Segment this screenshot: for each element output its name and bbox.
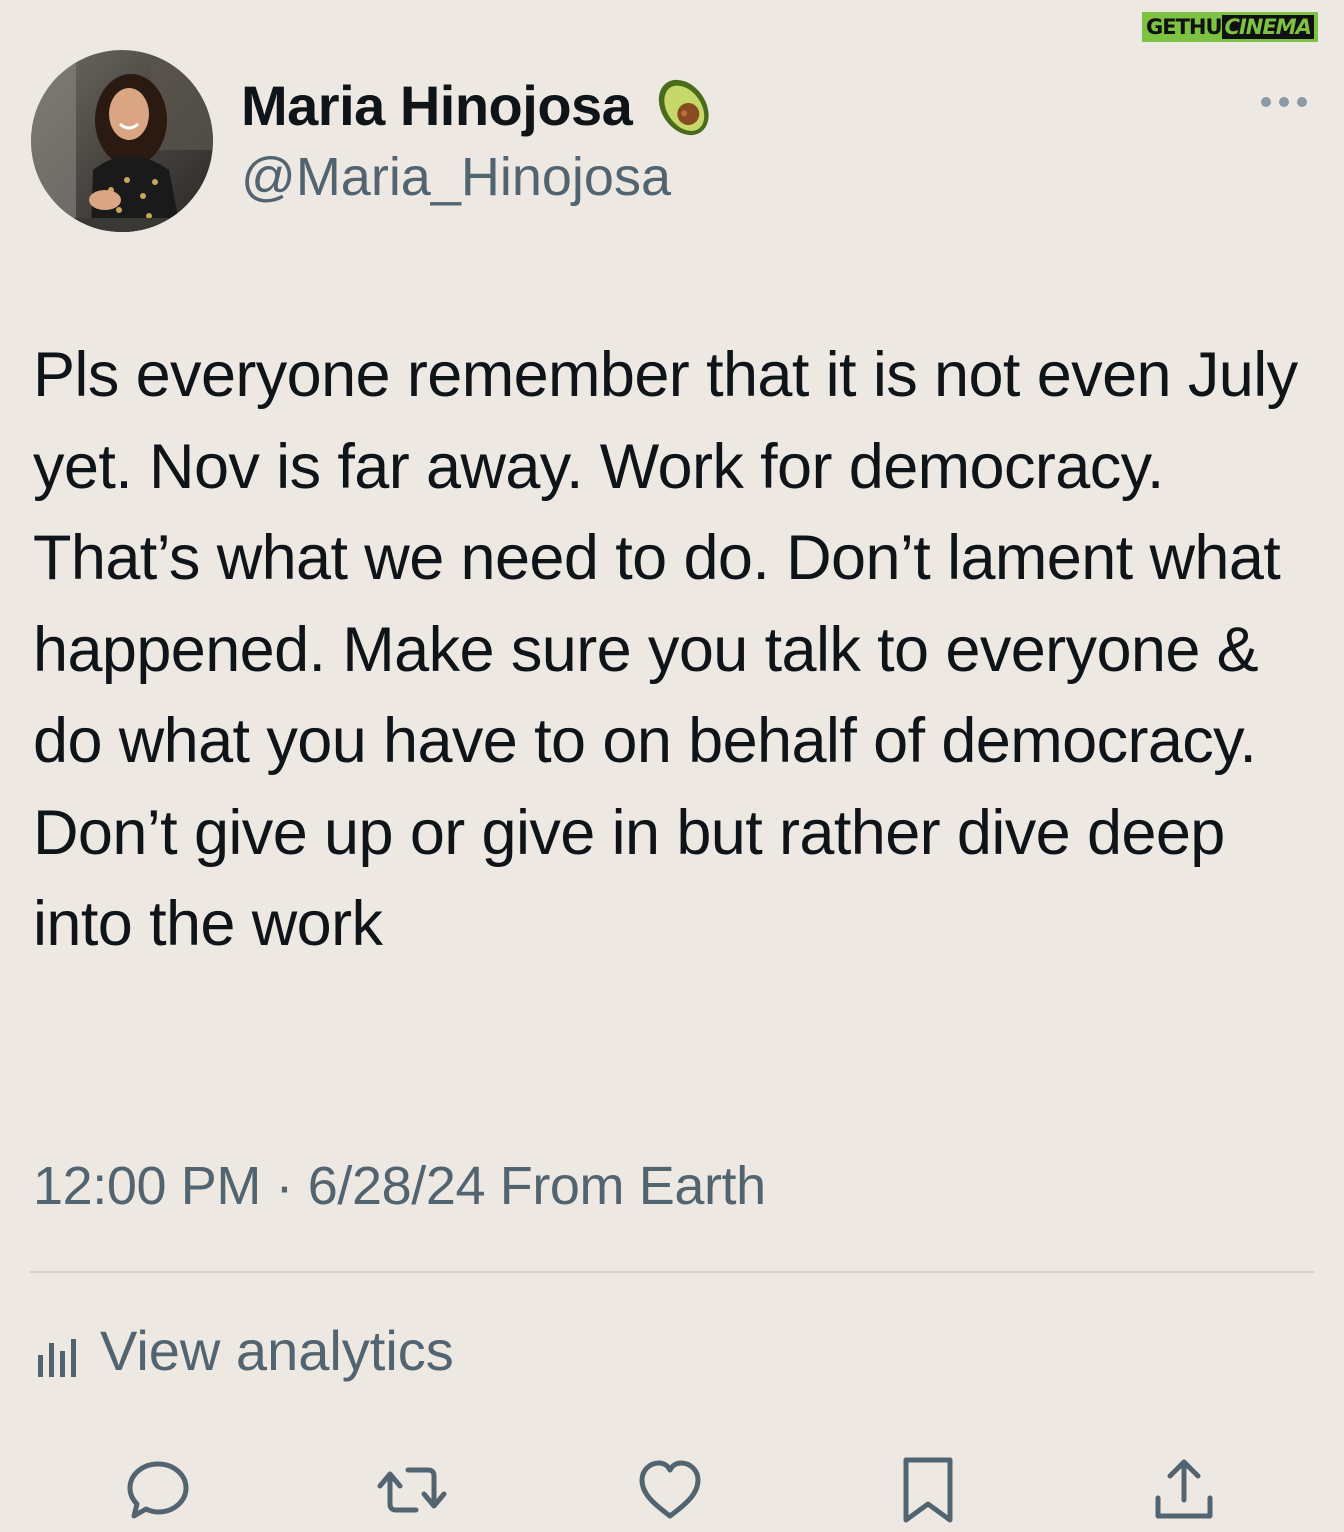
tweet-text: Pls everyone remember that it is not eve… — [33, 340, 1298, 959]
watermark-part-1: GETHU — [1146, 15, 1223, 39]
bookmark-button[interactable] — [892, 1454, 964, 1526]
divider — [30, 1271, 1314, 1273]
display-name[interactable]: Maria Hinojosa — [241, 73, 633, 138]
action-bar — [0, 1448, 1344, 1532]
avocado-icon — [659, 79, 709, 136]
watermark-part-2: CINEMA — [1221, 15, 1314, 39]
heart-icon — [639, 1460, 701, 1519]
tweet-source: From Earth — [499, 1156, 766, 1216]
watermark-logo: GETHU CINEMA — [1142, 4, 1340, 50]
reply-icon — [127, 1461, 189, 1519]
retweet-icon — [377, 1467, 447, 1513]
view-analytics-link[interactable]: View analytics — [36, 1318, 454, 1383]
author-name-row[interactable]: Maria Hinojosa — [241, 70, 718, 140]
meta-separator: · — [275, 1156, 294, 1216]
retweet-button[interactable] — [376, 1454, 448, 1526]
share-button[interactable] — [1148, 1454, 1220, 1526]
avatar[interactable] — [31, 50, 213, 232]
share-icon — [1155, 1459, 1213, 1519]
tweet-time[interactable]: 12:00 PM — [33, 1156, 261, 1216]
profile-photo — [31, 50, 213, 232]
view-analytics-label: View analytics — [100, 1319, 454, 1382]
bookmark-icon — [903, 1457, 953, 1523]
tweet-date[interactable]: 6/28/24 — [308, 1156, 486, 1216]
author-handle[interactable]: @Maria_Hinojosa — [241, 146, 671, 208]
reply-button[interactable] — [122, 1454, 194, 1526]
watermark-text: GETHU CINEMA — [1142, 12, 1318, 42]
bar-chart-icon — [38, 1338, 76, 1377]
like-button[interactable] — [634, 1454, 706, 1526]
tweet-meta: 12:00 PM · 6/28/24 From Earth — [33, 1155, 766, 1217]
more-options-icon[interactable] — [1258, 88, 1310, 116]
